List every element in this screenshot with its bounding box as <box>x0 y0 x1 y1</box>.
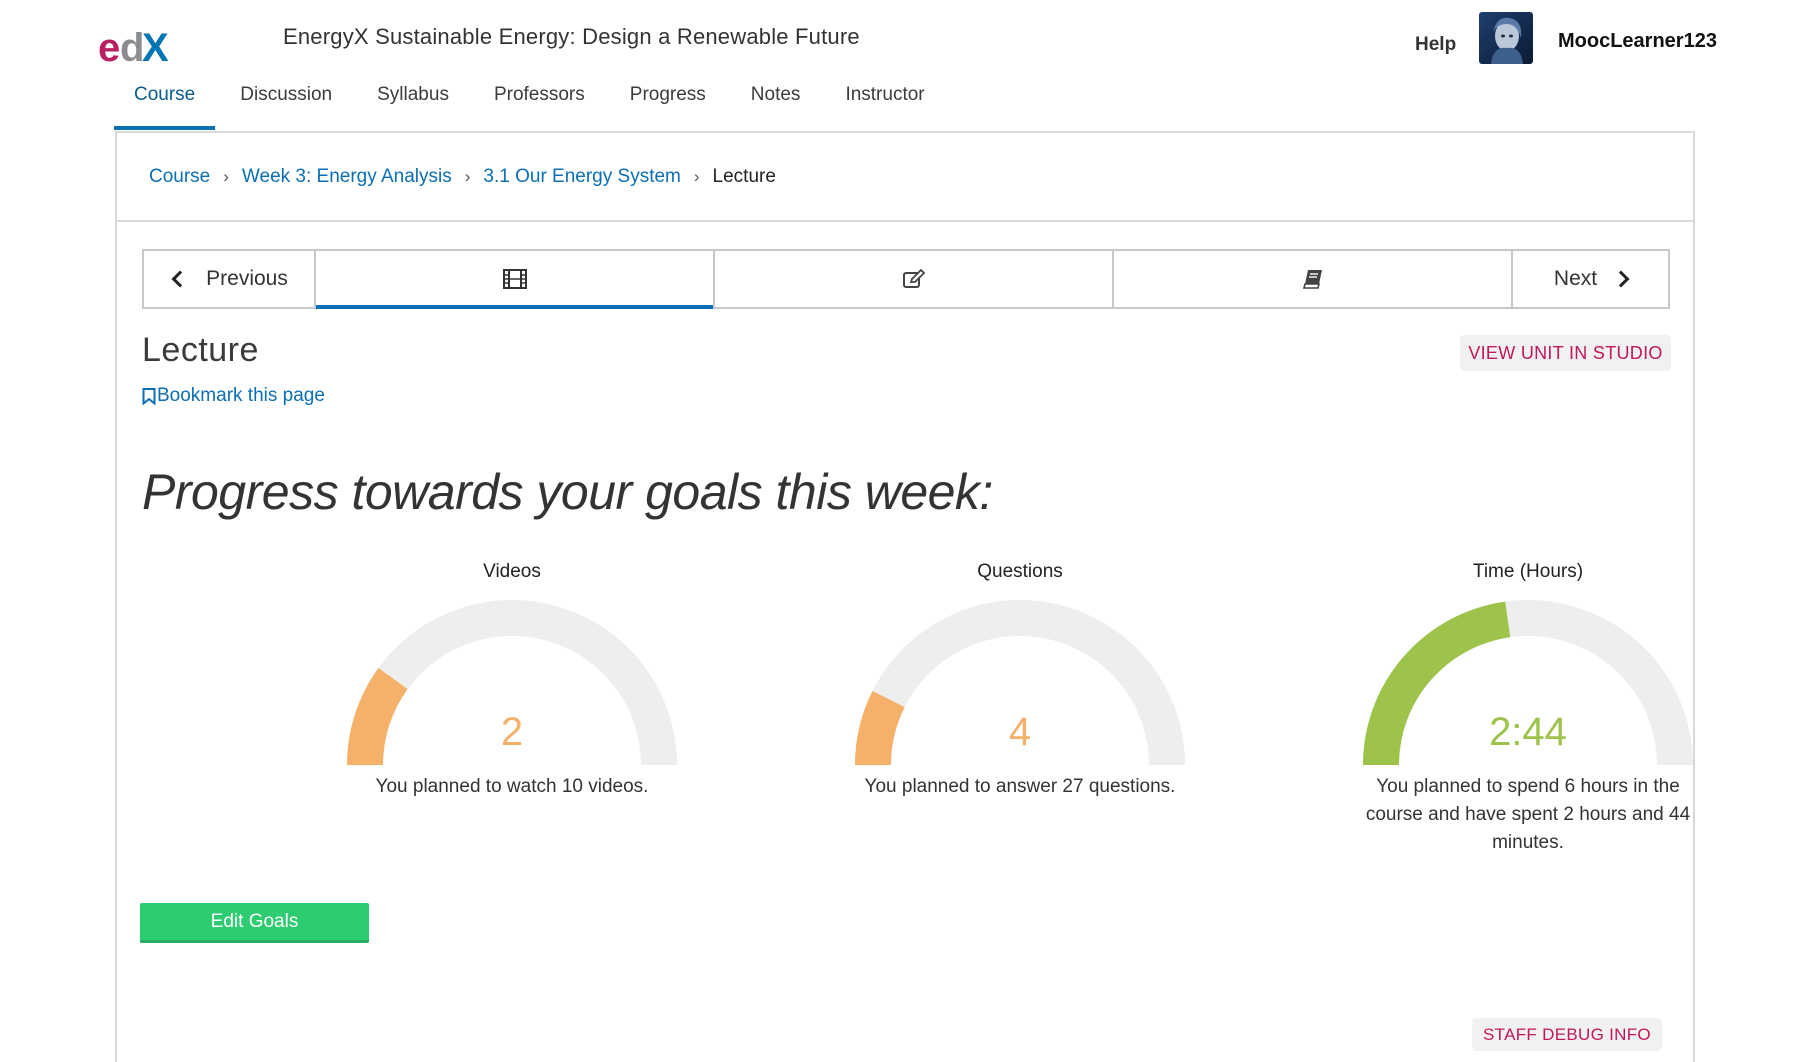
previous-label: Previous <box>206 267 288 290</box>
tab-discussion[interactable]: Discussion <box>240 78 332 130</box>
unit-video-tab[interactable] <box>316 251 715 309</box>
unit-reading-tab[interactable] <box>1114 251 1511 307</box>
tab-progress[interactable]: Progress <box>630 78 706 130</box>
course-title: EnergyX Sustainable Energy: Design a Ren… <box>283 24 860 49</box>
breadcrumb-separator: › <box>693 166 700 186</box>
gauge-label: Time (Hours) <box>1472 561 1584 582</box>
edx-logo[interactable]: e d X <box>98 24 182 70</box>
bookmark-label: Bookmark this page <box>157 385 325 406</box>
gauge-description: You planned to spend 6 hours in the cour… <box>1365 776 1691 853</box>
previous-button[interactable]: Previous <box>144 251 316 307</box>
chevron-right-icon <box>1612 270 1630 288</box>
gauge-label: Questions <box>977 561 1063 582</box>
breadcrumb-subsection[interactable]: 3.1 Our Energy System <box>483 166 680 188</box>
film-icon <box>502 269 527 289</box>
videos-gauge-chart: 2 <box>347 600 677 766</box>
time-gauge: Time (Hours) 2:44 You planned to spend 6… <box>1348 561 1708 857</box>
bookmark-button[interactable]: Bookmark this page <box>142 385 325 407</box>
tab-notes[interactable]: Notes <box>751 78 801 130</box>
unit-title: Lecture <box>142 331 259 369</box>
tab-professors[interactable]: Professors <box>494 78 585 130</box>
breadcrumb-current: Lecture <box>712 165 776 187</box>
gauge-fill <box>855 691 905 766</box>
gauge-value: 2:44 <box>1489 710 1567 754</box>
breadcrumb-course[interactable]: Course <box>149 166 210 188</box>
next-label: Next <box>1553 267 1598 290</box>
book-icon <box>1302 270 1322 289</box>
next-button[interactable]: Next <box>1511 251 1668 307</box>
time-gauge-chart: 2:44 <box>1363 600 1693 766</box>
breadcrumb-separator: › <box>464 166 471 186</box>
gauge-description: You planned to answer 27 questions. <box>864 776 1176 797</box>
svg-text:e: e <box>98 26 120 70</box>
bookmark-icon <box>142 387 156 405</box>
unit-problem-tab[interactable] <box>715 251 1114 307</box>
svg-text:X: X <box>142 26 169 70</box>
view-unit-in-studio-button[interactable]: VIEW UNIT IN STUDIO <box>1460 335 1671 371</box>
edit-icon <box>902 269 925 288</box>
breadcrumb-separator: › <box>223 166 229 186</box>
tab-syllabus[interactable]: Syllabus <box>377 78 449 130</box>
svg-text:d: d <box>120 26 144 70</box>
breadcrumb: Course › Week 3: Energy Analysis › 3.1 O… <box>117 133 1693 222</box>
edit-goals-button[interactable]: Edit Goals <box>140 903 369 943</box>
sequence-nav: Previous Next <box>142 249 1670 309</box>
course-content-frame: Course › Week 3: Energy Analysis › 3.1 O… <box>115 131 1695 1062</box>
gauge-label: Videos <box>483 561 541 582</box>
goals-heading: Progress towards your goals this week: <box>142 464 993 520</box>
site-header: e d X EnergyX Sustainable Energy: Design… <box>0 0 1816 132</box>
tab-course[interactable]: Course <box>114 78 216 130</box>
help-link[interactable]: Help <box>1415 34 1456 56</box>
gauge-value: 4 <box>1009 710 1031 754</box>
chevron-left-icon <box>171 270 189 288</box>
username[interactable]: MoocLearner123 <box>1558 30 1717 53</box>
videos-gauge: Videos 2 You planned to watch 10 videos. <box>332 561 692 801</box>
avatar[interactable] <box>1479 12 1533 64</box>
gauge-value: 2 <box>501 710 523 754</box>
gauge-fill <box>347 668 408 766</box>
gauge-description: You planned to watch 10 videos. <box>375 776 649 797</box>
staff-debug-info-button[interactable]: STAFF DEBUG INFO <box>1472 1018 1662 1051</box>
questions-gauge-chart: 4 <box>855 600 1185 766</box>
course-tabs: Course Discussion Syllabus Professors Pr… <box>114 78 970 132</box>
questions-gauge: Questions 4 You planned to answer 27 que… <box>840 561 1200 801</box>
breadcrumb-week[interactable]: Week 3: Energy Analysis <box>242 166 452 188</box>
tab-instructor[interactable]: Instructor <box>845 78 924 130</box>
